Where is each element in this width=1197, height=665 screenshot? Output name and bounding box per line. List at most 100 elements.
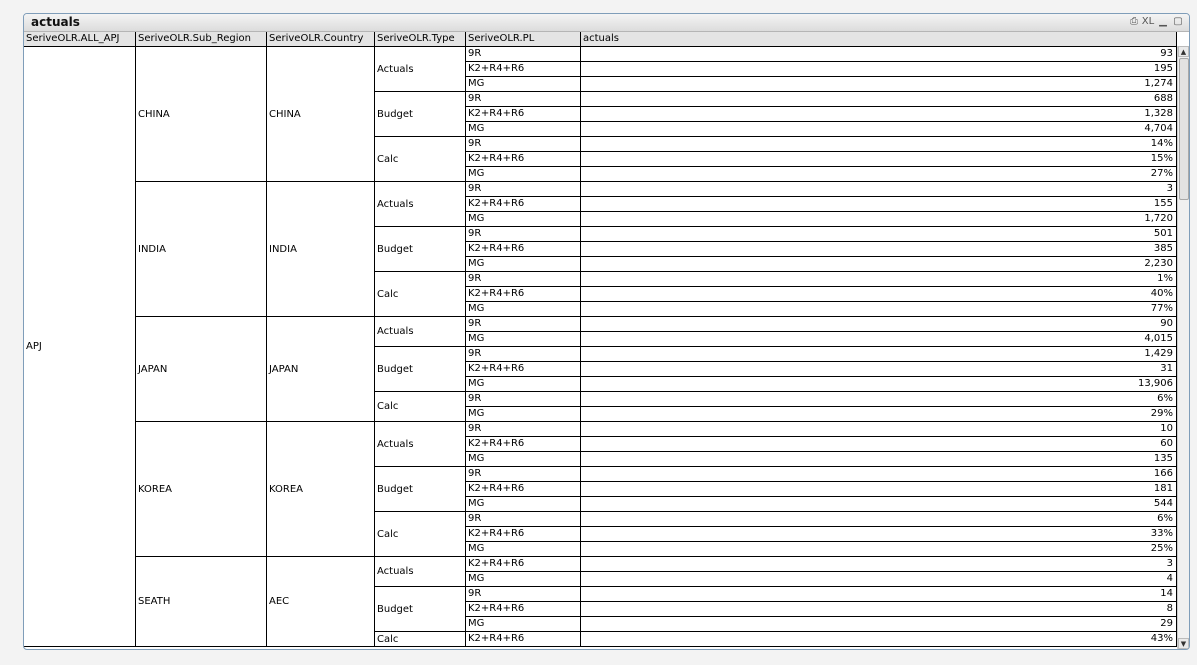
scroll-up-icon[interactable]: ▲ [1178, 46, 1189, 57]
pl-cell: MG [466, 77, 581, 92]
value-cell: 385 [581, 242, 1177, 257]
table-window: actuals ⎙ XL ▁ ▢ SeriveOLR.ALL_APJ Serive… [23, 13, 1190, 650]
pl-cell: K2+R4+R6 [466, 632, 581, 647]
type-cell: Budget [375, 587, 466, 632]
value-cell: 195 [581, 62, 1177, 77]
pl-cell: MG [466, 617, 581, 632]
country-cell: KOREA [267, 422, 375, 557]
value-cell: 3 [581, 182, 1177, 197]
value-cell: 13,906 [581, 377, 1177, 392]
pl-cell: MG [466, 407, 581, 422]
value-cell: 14% [581, 137, 1177, 152]
type-cell: Budget [375, 347, 466, 392]
vertical-scrollbar[interactable]: ▲ ▼ [1177, 46, 1189, 649]
country-cell: INDIA [267, 182, 375, 317]
column-header[interactable]: SeriveOLR.Country [267, 32, 375, 47]
value-cell: 1,274 [581, 77, 1177, 92]
all-apj-cell: APJ [24, 47, 136, 647]
pl-cell: 9R [466, 92, 581, 107]
pl-cell: K2+R4+R6 [466, 197, 581, 212]
value-cell: 15% [581, 152, 1177, 167]
type-cell: Actuals [375, 317, 466, 347]
type-cell: Actuals [375, 557, 466, 587]
value-cell: 544 [581, 497, 1177, 512]
sub-region-cell: JAPAN [136, 317, 267, 422]
column-header[interactable]: SeriveOLR.ALL_APJ [24, 32, 136, 47]
pl-cell: K2+R4+R6 [466, 527, 581, 542]
country-cell: AEC [267, 557, 375, 647]
pl-cell: MG [466, 257, 581, 272]
pl-cell: 9R [466, 137, 581, 152]
pl-cell: K2+R4+R6 [466, 107, 581, 122]
type-cell: Calc [375, 137, 466, 182]
type-cell: Calc [375, 392, 466, 422]
value-cell: 1% [581, 272, 1177, 287]
pl-cell: K2+R4+R6 [466, 602, 581, 617]
value-cell: 4,704 [581, 122, 1177, 137]
type-cell: Calc [375, 632, 466, 647]
type-cell: Calc [375, 272, 466, 317]
pl-cell: K2+R4+R6 [466, 287, 581, 302]
pl-cell: 9R [466, 467, 581, 482]
pl-cell: 9R [466, 47, 581, 62]
country-cell: JAPAN [267, 317, 375, 422]
window-caption: actuals ⎙ XL ▁ ▢ [24, 14, 1189, 32]
sub-region-cell: INDIA [136, 182, 267, 317]
pl-cell: MG [466, 302, 581, 317]
send-to-excel-icon[interactable]: XL [1141, 15, 1155, 29]
pl-cell: MG [466, 332, 581, 347]
type-cell: Actuals [375, 422, 466, 467]
pl-cell: K2+R4+R6 [466, 62, 581, 77]
value-cell: 155 [581, 197, 1177, 212]
pl-cell: 9R [466, 317, 581, 332]
column-header[interactable]: SeriveOLR.PL [466, 32, 581, 47]
type-cell: Budget [375, 227, 466, 272]
pl-cell: 9R [466, 182, 581, 197]
pl-cell: MG [466, 377, 581, 392]
pl-cell: 9R [466, 272, 581, 287]
sub-region-cell: SEATH [136, 557, 267, 647]
value-cell: 1,720 [581, 212, 1177, 227]
value-cell: 4,015 [581, 332, 1177, 347]
value-cell: 6% [581, 512, 1177, 527]
maximize-icon[interactable]: ▢ [1171, 15, 1185, 29]
minimize-icon[interactable]: ▁ [1157, 15, 1169, 29]
value-cell: 77% [581, 302, 1177, 317]
pl-cell: K2+R4+R6 [466, 362, 581, 377]
pl-cell: MG [466, 452, 581, 467]
sub-region-cell: CHINA [136, 47, 267, 182]
pl-cell: 9R [466, 422, 581, 437]
value-cell: 90 [581, 317, 1177, 332]
value-cell: 60 [581, 437, 1177, 452]
column-header[interactable]: SeriveOLR.Type [375, 32, 466, 47]
pl-cell: 9R [466, 512, 581, 527]
value-cell: 688 [581, 92, 1177, 107]
print-icon[interactable]: ⎙ [1128, 15, 1140, 29]
value-cell: 3 [581, 557, 1177, 572]
pl-cell: K2+R4+R6 [466, 482, 581, 497]
value-cell: 31 [581, 362, 1177, 377]
value-cell: 181 [581, 482, 1177, 497]
type-cell: Actuals [375, 47, 466, 92]
value-cell: 1,429 [581, 347, 1177, 362]
scrollbar-thumb[interactable] [1179, 58, 1189, 200]
value-cell: 8 [581, 602, 1177, 617]
value-cell: 166 [581, 467, 1177, 482]
column-header[interactable]: SeriveOLR.Sub_Region [136, 32, 267, 47]
value-cell: 43% [581, 632, 1177, 647]
value-cell: 29 [581, 617, 1177, 632]
type-cell: Actuals [375, 182, 466, 227]
type-cell: Budget [375, 92, 466, 137]
pl-cell: MG [466, 122, 581, 137]
value-cell: 135 [581, 452, 1177, 467]
pl-cell: MG [466, 542, 581, 557]
value-cell: 25% [581, 542, 1177, 557]
pl-cell: 9R [466, 347, 581, 362]
pl-cell: 9R [466, 587, 581, 602]
pl-cell: K2+R4+R6 [466, 152, 581, 167]
value-cell: 10 [581, 422, 1177, 437]
value-cell: 40% [581, 287, 1177, 302]
column-header[interactable]: actuals [581, 32, 1177, 47]
scroll-down-icon[interactable]: ▼ [1178, 638, 1189, 649]
value-cell: 501 [581, 227, 1177, 242]
